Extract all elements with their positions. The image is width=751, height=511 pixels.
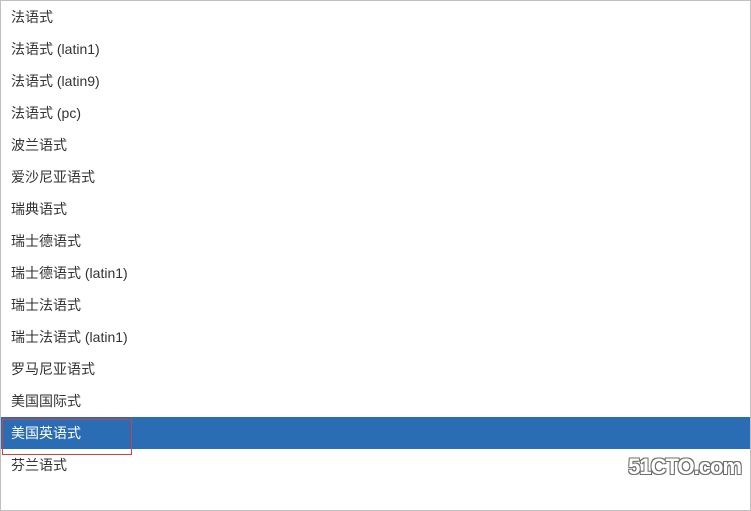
list-item[interactable]: 瑞典语式 xyxy=(1,193,750,225)
list-item-selected[interactable]: 美国英语式 xyxy=(1,417,750,449)
list-item[interactable]: 美国国际式 xyxy=(1,385,750,417)
list-item-label: 法语式 xyxy=(11,7,53,27)
list-item-label: 波兰语式 xyxy=(11,135,67,155)
list-item[interactable]: 法语式 (latin1) xyxy=(1,33,750,65)
list-item-label: 爱沙尼亚语式 xyxy=(11,167,95,187)
list-item[interactable]: 瑞士法语式 (latin1) xyxy=(1,321,750,353)
list-item[interactable]: 法语式 xyxy=(1,1,750,33)
list-item[interactable]: 罗马尼亚语式 xyxy=(1,353,750,385)
keyboard-layout-list[interactable]: 法语式 法语式 (latin1) 法语式 (latin9) 法语式 (pc) 波… xyxy=(0,0,751,511)
list-item-label: 美国国际式 xyxy=(11,391,81,411)
list-item-label: 法语式 (pc) xyxy=(11,103,81,123)
list-item-label: 法语式 (latin1) xyxy=(11,39,100,59)
list-item[interactable]: 法语式 (latin9) xyxy=(1,65,750,97)
list-item-label: 瑞士法语式 (latin1) xyxy=(11,327,128,347)
list-item[interactable]: 芬兰语式 xyxy=(1,449,750,481)
list-item-label: 瑞士德语式 (latin1) xyxy=(11,263,128,283)
list-item[interactable]: 法语式 (pc) xyxy=(1,97,750,129)
list-item-label: 瑞典语式 xyxy=(11,199,67,219)
list-item[interactable]: 瑞士德语式 (latin1) xyxy=(1,257,750,289)
list-item[interactable]: 波兰语式 xyxy=(1,129,750,161)
list-item-label: 芬兰语式 xyxy=(11,455,67,475)
list-item-label: 罗马尼亚语式 xyxy=(11,359,95,379)
list-item[interactable]: 瑞士法语式 xyxy=(1,289,750,321)
list-item-label: 美国英语式 xyxy=(11,423,81,443)
list-item-label: 瑞士法语式 xyxy=(11,295,81,315)
list-item-label: 瑞士德语式 xyxy=(11,231,81,251)
list-item-label: 法语式 (latin9) xyxy=(11,71,100,91)
list-item[interactable]: 爱沙尼亚语式 xyxy=(1,161,750,193)
list-item[interactable]: 瑞士德语式 xyxy=(1,225,750,257)
